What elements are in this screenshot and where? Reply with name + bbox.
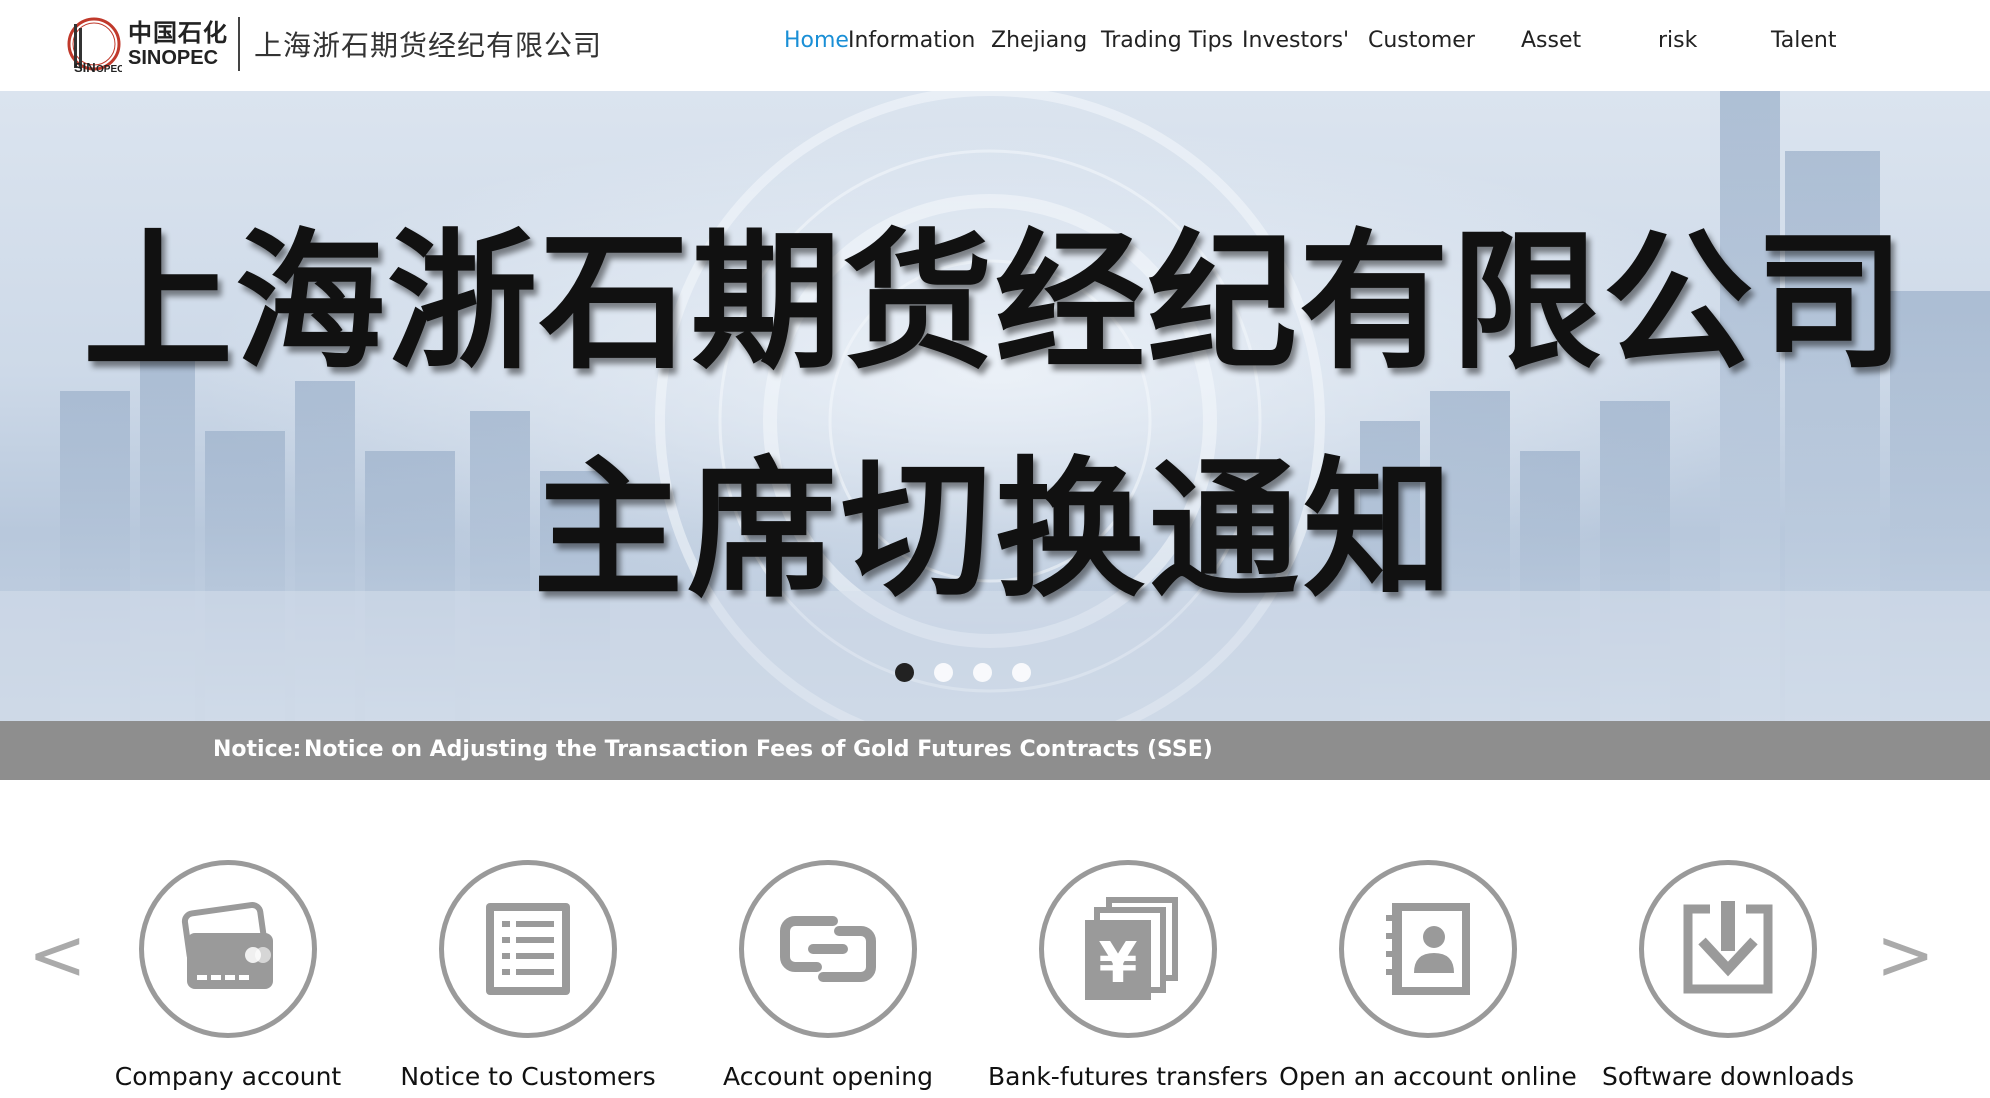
hero-banner[interactable]: 上海浙石期货经纪有限公司 主席切换通知 bbox=[0, 91, 1990, 721]
service-label: Notice to Customers bbox=[400, 1062, 656, 1091]
nav-item-asset[interactable]: Asset bbox=[1521, 28, 1581, 53]
notice-link[interactable]: Notice on Adjusting the Transaction Fees… bbox=[304, 737, 1213, 762]
svg-text:OPEC: OPEC bbox=[96, 64, 122, 74]
service-software-downloads[interactable]: Software downloads bbox=[1578, 860, 1878, 1091]
carousel-next-arrow[interactable]: > bbox=[1876, 920, 1935, 990]
banner-headline: 上海浙石期货经纪有限公司 bbox=[82, 214, 1907, 390]
logo-english-text: SINOPEC bbox=[128, 46, 219, 69]
service-notice-to-customers[interactable]: Notice to Customers bbox=[378, 860, 678, 1091]
nav-item-zhejiang[interactable]: Zhejiang bbox=[991, 28, 1087, 53]
company-name: 上海浙石期货经纪有限公司 bbox=[254, 29, 603, 62]
carousel-dot-3[interactable] bbox=[973, 663, 992, 682]
notice-label: Notice: bbox=[213, 737, 302, 762]
nav-item-investors[interactable]: Investors' bbox=[1242, 28, 1349, 53]
nav-item-trading-tips[interactable]: Trading Tips bbox=[1101, 28, 1233, 53]
svg-text:¥: ¥ bbox=[1099, 931, 1138, 996]
logo-divider bbox=[238, 17, 240, 71]
service-account-opening[interactable]: Account opening bbox=[678, 860, 978, 1091]
service-label: Software downloads bbox=[1601, 1062, 1855, 1091]
nav-item-risk[interactable]: risk bbox=[1658, 28, 1697, 53]
nav-item-home[interactable]: Home bbox=[784, 28, 849, 53]
logo-chinese-text: 中国石化 bbox=[128, 17, 228, 47]
nav-item-talent[interactable]: Talent bbox=[1771, 28, 1837, 53]
yen-icon: ¥ bbox=[1039, 860, 1217, 1038]
carousel-dot-4[interactable] bbox=[1012, 663, 1031, 682]
notice-bar: Notice: Notice on Adjusting the Transact… bbox=[0, 721, 1990, 780]
list-icon bbox=[439, 860, 617, 1038]
svg-text:SIN: SIN bbox=[74, 60, 96, 74]
service-label: Open an account online bbox=[1279, 1062, 1577, 1091]
nav-item-customer[interactable]: Customer bbox=[1368, 28, 1475, 53]
link-icon bbox=[739, 860, 917, 1038]
site-header: SIN OPEC 中国石化 SINOPEC 上海浙石期货经纪有限公司 Home … bbox=[0, 0, 1990, 91]
service-label: Company account bbox=[114, 1062, 342, 1091]
carousel-indicators bbox=[895, 663, 1031, 682]
service-label: Account opening bbox=[723, 1062, 933, 1091]
nav-item-information[interactable]: Information bbox=[848, 28, 975, 53]
service-open-account-online[interactable]: Open an account online bbox=[1278, 860, 1578, 1091]
banner-subheadline: 主席切换通知 bbox=[532, 442, 1457, 618]
sinopec-logo-icon: SIN OPEC bbox=[66, 14, 124, 75]
contact-book-icon bbox=[1339, 860, 1517, 1038]
logo[interactable]: SIN OPEC 中国石化 SINOPEC 上海浙石期货经纪有限公司 bbox=[66, 14, 603, 75]
services-carousel: < Company account Notice to Customers Ac… bbox=[0, 780, 1990, 1098]
card-icon bbox=[139, 860, 317, 1038]
carousel-dot-1[interactable] bbox=[895, 663, 914, 682]
service-bank-futures-transfers[interactable]: ¥ Bank-futures transfers bbox=[978, 860, 1278, 1091]
carousel-dot-2[interactable] bbox=[934, 663, 953, 682]
service-company-account[interactable]: Company account bbox=[78, 860, 378, 1091]
download-icon bbox=[1639, 860, 1817, 1038]
service-label: Bank-futures transfers bbox=[988, 1062, 1268, 1091]
